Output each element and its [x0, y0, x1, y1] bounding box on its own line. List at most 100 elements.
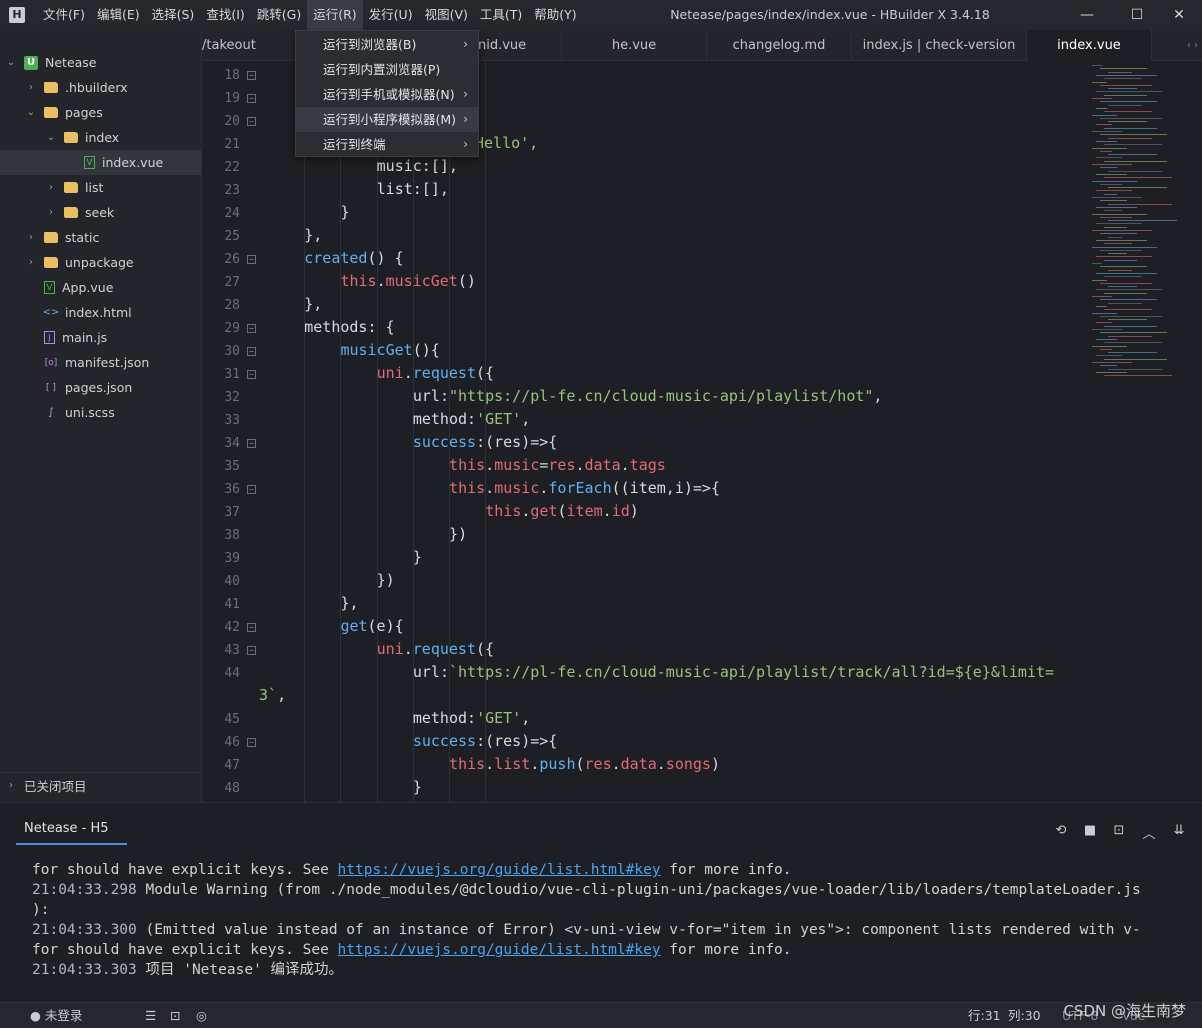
login-status[interactable]: ● 未登录 — [30, 1003, 82, 1028]
code-token: id — [611, 502, 630, 520]
menu-item[interactable]: 发行(U) — [363, 0, 419, 30]
chevron-right-icon: › — [463, 37, 468, 51]
folder-file-icon — [64, 182, 78, 193]
stop-icon[interactable]: ■ — [1082, 823, 1098, 839]
menu-item[interactable]: 编辑(E) — [91, 0, 146, 30]
code-token: songs — [665, 755, 711, 773]
code-editor[interactable]: 18−19−20−21 Hello', 22 music:[], 23 list:[], 2… — [202, 61, 1202, 802]
fold-toggle-icon[interactable]: − — [247, 71, 256, 80]
scroll-lock-icon[interactable]: ⇊ — [1171, 823, 1187, 839]
editor-tab[interactable]: index.js | check-version — [852, 30, 1027, 61]
fold-toggle-icon[interactable]: − — [247, 255, 256, 264]
tree-item[interactable]: Jmain.js — [0, 325, 201, 350]
line-number: 39 — [224, 551, 240, 566]
terminal-icon[interactable]: ⊡ — [170, 1003, 180, 1028]
tree-item[interactable]: › unpackage — [0, 250, 201, 275]
editor-tab[interactable]: index.vue — [1027, 30, 1152, 61]
run-menu-label: 运行到小程序模拟器(M) — [323, 112, 457, 127]
indent-guide — [304, 61, 306, 802]
console-line: for should have explicit keys. See https… — [32, 860, 1182, 880]
fold-toggle-icon[interactable]: − — [247, 370, 256, 379]
tree-item[interactable]: › seek — [0, 200, 201, 225]
run-menu-item[interactable]: 运行到内置浏览器(P) — [296, 57, 478, 82]
chevron-down-icon[interactable]: ⌄ — [26, 107, 36, 118]
clear-console-icon[interactable]: ⊡ — [1111, 823, 1127, 839]
restart-icon[interactable]: ⟲ — [1053, 823, 1069, 839]
tree-item[interactable]: ⌄ pages — [0, 100, 201, 125]
menu-item[interactable]: 运行(R) — [307, 0, 363, 30]
minimap-line — [1092, 246, 1157, 248]
minimap-line — [1100, 266, 1147, 268]
log-link[interactable]: https://vuejs.org/guide/list.html#key — [338, 942, 661, 958]
globe-icon[interactable]: ◎ — [196, 1003, 207, 1028]
tree-item[interactable]: [o] manifest.json — [0, 350, 201, 375]
list-icon[interactable]: ☰ — [145, 1003, 156, 1028]
fold-toggle-icon[interactable]: − — [247, 347, 256, 356]
fold-toggle-icon[interactable]: − — [247, 623, 256, 632]
minimap[interactable] — [1092, 61, 1202, 381]
menu-item[interactable]: 工具(T) — [474, 0, 528, 30]
chevron-down-icon[interactable]: ⌄ — [6, 57, 16, 68]
run-menu-item[interactable]: 运行到终端 › — [296, 132, 478, 157]
minimap-line — [1104, 226, 1127, 228]
fold-toggle-icon[interactable]: − — [247, 738, 256, 747]
closed-projects[interactable]: › 已关闭项目 — [0, 772, 201, 798]
tree-item[interactable]: › static — [0, 225, 201, 250]
minimap-line — [1104, 309, 1152, 311]
menu-item[interactable]: 文件(F) — [37, 0, 91, 30]
collapse-panel-icon[interactable]: ︿ — [1141, 823, 1157, 842]
code-token: get — [530, 502, 558, 520]
menu-item[interactable]: 选择(S) — [146, 0, 201, 30]
fold-toggle-icon[interactable]: − — [247, 324, 256, 333]
code-token: 'GET' — [476, 709, 522, 727]
editor-tab[interactable]: changelog.md — [707, 30, 852, 61]
log-link[interactable]: https://vuejs.org/guide/list.html#key — [338, 862, 661, 878]
close-button[interactable]: ✕ — [1156, 0, 1202, 30]
fold-toggle-icon[interactable]: − — [247, 485, 256, 494]
code-token: method — [412, 410, 468, 428]
code-line: method:'GET', — [413, 709, 530, 727]
editor-tab[interactable]: he.vue — [562, 30, 707, 61]
menu-item[interactable]: 帮助(Y) — [528, 0, 582, 30]
minimap-line — [1104, 111, 1152, 113]
code-token: ) — [629, 502, 639, 520]
tab-scroll-arrows[interactable]: ‹ › — [1187, 30, 1198, 61]
tree-item[interactable]: [ ] pages.json — [0, 375, 201, 400]
chevron-right-icon[interactable]: › — [26, 82, 36, 93]
chevron-right-icon[interactable]: › — [46, 207, 56, 218]
run-menu-item[interactable]: 运行到小程序模拟器(M) › — [296, 107, 478, 132]
fold-toggle-icon[interactable]: − — [247, 94, 256, 103]
run-menu-item[interactable]: 运行到浏览器(B) › — [296, 32, 478, 57]
line-number: 36 — [224, 482, 240, 497]
menu-item[interactable]: 查找(I) — [200, 0, 250, 30]
run-menu-item[interactable]: 运行到手机或模拟器(N) › — [296, 82, 478, 107]
chevron-right-icon[interactable]: › — [26, 232, 36, 243]
fold-toggle-icon[interactable]: − — [247, 117, 256, 126]
chevron-down-icon[interactable]: ⌄ — [46, 132, 56, 143]
code-token: : — [439, 387, 449, 405]
minimize-button[interactable]: — — [1064, 0, 1110, 30]
tree-item[interactable]: › list — [0, 175, 201, 200]
code-token: }, — [340, 594, 359, 612]
fold-toggle-icon[interactable]: − — [247, 646, 256, 655]
code-token: ( — [575, 755, 585, 773]
tree-item[interactable]: V App.vue — [0, 275, 201, 300]
minimap-line — [1100, 249, 1142, 251]
tree-item[interactable]: ⌄ index — [0, 125, 201, 150]
code-token: this — [449, 479, 486, 497]
editor-tab[interactable]: /takeout — [202, 30, 297, 61]
tree-item[interactable]: ∫ uni.scss — [0, 400, 201, 425]
fold-toggle-icon[interactable]: − — [247, 439, 256, 448]
maximize-button[interactable]: ☐ — [1114, 0, 1160, 30]
tree-item[interactable]: › .hbuilderx — [0, 75, 201, 100]
tree-item[interactable]: ⌄ U Netease — [0, 50, 201, 75]
tree-item[interactable]: <> index.html — [0, 300, 201, 325]
tree-item[interactable]: Vindex.vue — [0, 150, 201, 175]
chevron-right-icon[interactable]: › — [26, 257, 36, 268]
menu-item[interactable]: 跳转(G) — [251, 0, 307, 30]
code-token: "https://pl-fe.cn/cloud-music-api/playli… — [448, 387, 874, 405]
chevron-right-icon[interactable]: › — [46, 182, 56, 193]
console-tab[interactable]: Netease - H5 — [16, 821, 127, 845]
menu-item[interactable]: 视图(V) — [419, 0, 474, 30]
code-line: } — [413, 778, 422, 796]
